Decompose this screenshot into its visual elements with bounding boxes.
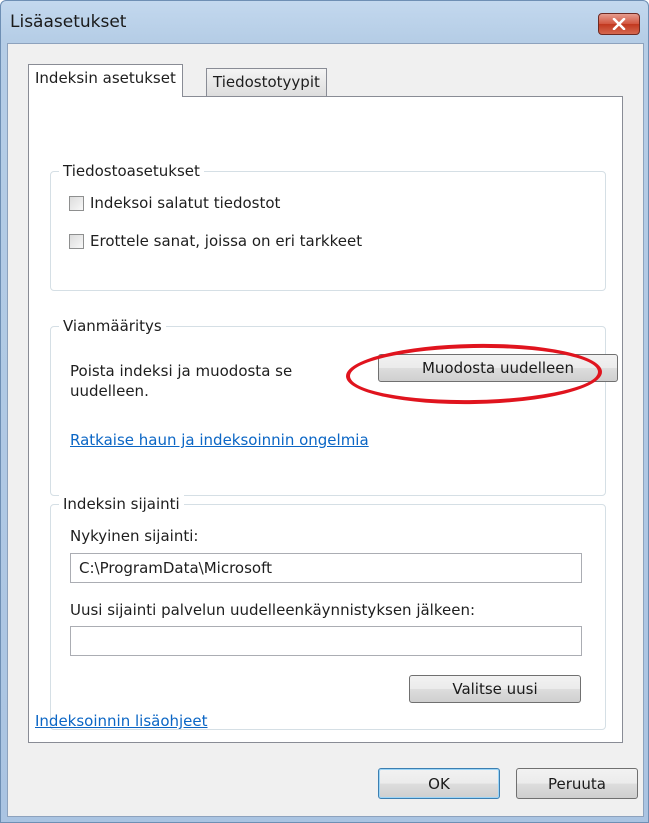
close-icon	[612, 18, 626, 30]
rebuild-description: Poista indeksi ja muodosta se uudelleen.	[70, 362, 293, 400]
close-button[interactable]	[598, 13, 640, 35]
index-location-group: Indeksin sijainti Nykyinen sijainti: C:\…	[50, 494, 606, 730]
new-location-field[interactable]	[70, 626, 582, 656]
select-new-button[interactable]: Valitse uusi	[409, 675, 581, 703]
troubleshoot-link[interactable]: Ratkaise haun ja indeksoinnin ongelmia	[70, 431, 369, 449]
window-title: Lisäasetukset	[10, 12, 127, 32]
dialog-client-area: Indeksin asetukset Tiedostotyypit Tiedos…	[7, 43, 644, 817]
encrypted-files-label: Indeksoi salatut tiedostot	[90, 194, 281, 212]
diacritics-label: Erottele sanat, joissa on eri tarkkeet	[90, 232, 363, 250]
rebuild-button[interactable]: Muodosta uudelleen	[378, 354, 618, 382]
current-location-label: Nykyinen sijainti:	[70, 527, 199, 545]
diacritics-checkbox[interactable]	[69, 233, 84, 249]
tab-tiedostotyypit[interactable]: Tiedostotyypit	[206, 68, 327, 97]
diacritics-option[interactable]: Erottele sanat, joissa on eri tarkkeet	[69, 232, 362, 250]
troubleshooting-group: Vianmääritys Poista indeksi ja muodosta …	[50, 316, 618, 496]
new-location-label: Uusi sijainti palvelun uudelleenkäynnist…	[70, 601, 476, 619]
tab-panel: Tiedostoasetukset Indeksoi salatut tiedo…	[28, 96, 623, 743]
encrypted-files-option[interactable]: Indeksoi salatut tiedostot	[69, 194, 280, 212]
troubleshooting-legend: Vianmääritys	[59, 316, 166, 336]
tab-indeksin-asetukset[interactable]: Indeksin asetukset	[28, 64, 183, 97]
index-location-legend: Indeksin sijainti	[59, 494, 184, 514]
file-settings-group: Tiedostoasetukset Indeksoi salatut tiedo…	[50, 161, 606, 291]
cancel-button[interactable]: Peruuta	[516, 768, 638, 799]
title-bar[interactable]: Lisäasetukset	[1, 1, 648, 43]
dialog-window: Lisäasetukset Indeksin asetukset Tiedost…	[0, 0, 649, 823]
file-settings-legend: Tiedostoasetukset	[59, 161, 204, 181]
indexing-help-link[interactable]: Indeksoinnin lisäohjeet	[35, 712, 208, 730]
current-location-field[interactable]: C:\ProgramData\Microsoft	[70, 553, 582, 583]
encrypted-files-checkbox[interactable]	[69, 195, 84, 211]
ok-button[interactable]: OK	[378, 768, 500, 799]
